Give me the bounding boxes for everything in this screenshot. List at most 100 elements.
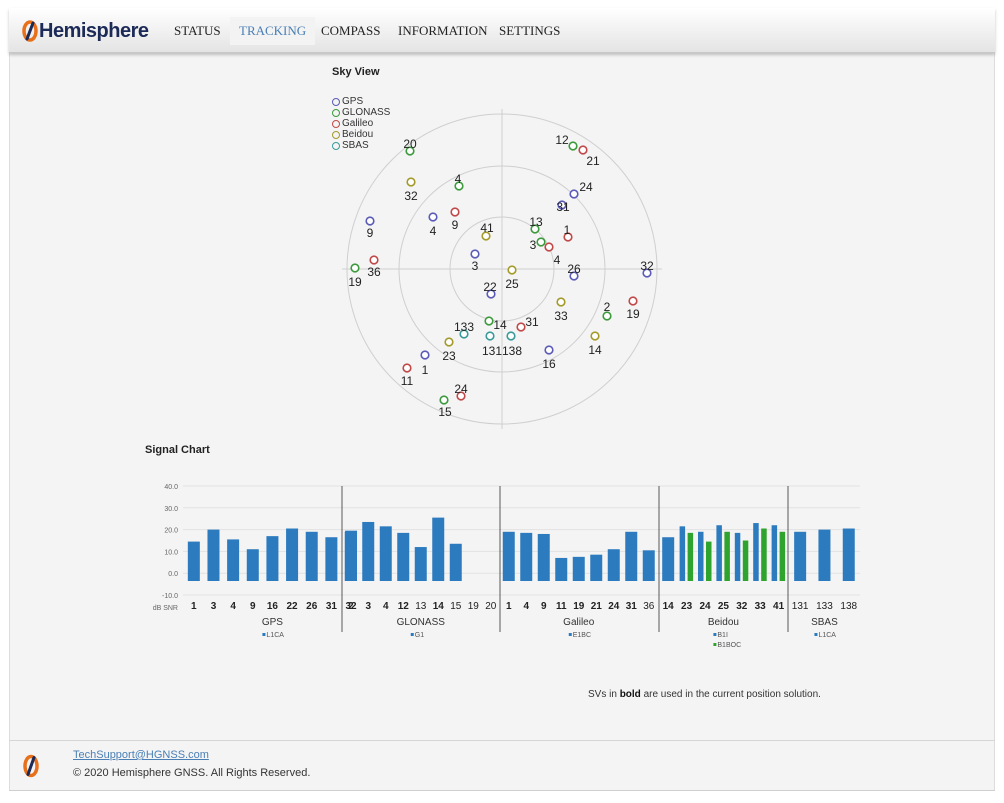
sv-label: 22 bbox=[287, 601, 299, 612]
signal-bar-gps-22[interactable] bbox=[286, 528, 299, 581]
satellite-marker-gps-24[interactable] bbox=[569, 189, 579, 199]
signal-bar-beidou-14[interactable] bbox=[662, 537, 675, 581]
signal-bar-sbas-133[interactable] bbox=[818, 529, 831, 581]
sv-label: 4 bbox=[230, 601, 236, 612]
legend-label: G1 bbox=[415, 632, 424, 639]
satellite-marker-gps-16[interactable] bbox=[544, 345, 554, 355]
signal-bar-b1boc-41[interactable] bbox=[779, 531, 786, 581]
signal-bar-glonass-12[interactable] bbox=[397, 532, 410, 581]
legend-swatch bbox=[410, 633, 414, 636]
signal-bar-beidou-25[interactable] bbox=[716, 525, 722, 581]
sv-label: 36 bbox=[643, 601, 655, 612]
signal-bar-sbas-138[interactable] bbox=[842, 528, 855, 581]
satellite-marker-gps-1[interactable] bbox=[420, 350, 430, 360]
sv-label: 1 bbox=[191, 601, 197, 612]
footer-divider bbox=[9, 740, 995, 741]
signal-bar-galileo-19[interactable] bbox=[572, 556, 585, 581]
signal-bar-galileo-9[interactable] bbox=[537, 533, 550, 581]
satellite-marker-galileo-36[interactable] bbox=[369, 255, 379, 265]
satellite-marker-galileo-9[interactable] bbox=[450, 207, 460, 217]
legend-swatch bbox=[568, 633, 572, 636]
satellite-marker-glonass-15[interactable] bbox=[439, 395, 449, 405]
signal-bar-gps-3[interactable] bbox=[207, 529, 220, 581]
signal-bar-galileo-31[interactable] bbox=[625, 531, 638, 581]
y-tick-label: -10.0 bbox=[162, 593, 178, 600]
signal-bar-sbas-131[interactable] bbox=[794, 531, 807, 581]
legend-swatch bbox=[713, 643, 717, 646]
satellite-label: 4 bbox=[430, 224, 437, 238]
signal-bar-galileo-11[interactable] bbox=[555, 557, 568, 581]
signal-bar-gps-26[interactable] bbox=[305, 531, 318, 581]
signal-bar-galileo-36[interactable] bbox=[642, 550, 655, 581]
satellite-marker-galileo-4[interactable] bbox=[544, 242, 554, 252]
signal-bar-gps-4[interactable] bbox=[227, 539, 240, 581]
copyright-text: © 2020 Hemisphere GNSS. All Rights Reser… bbox=[73, 767, 311, 779]
signal-bar-beidou-33[interactable] bbox=[753, 523, 759, 581]
signal-bar-galileo-4[interactable] bbox=[520, 532, 533, 581]
group-label: GPS bbox=[262, 617, 283, 628]
signal-bar-b1boc-25[interactable] bbox=[724, 531, 730, 581]
satellite-marker-glonass-3[interactable] bbox=[536, 237, 546, 247]
satellite-label: 12 bbox=[555, 133, 569, 147]
legend-swatch bbox=[713, 633, 717, 636]
signal-bar-glonass-3[interactable] bbox=[362, 521, 375, 581]
signal-bar-beidou-24[interactable] bbox=[698, 531, 704, 581]
satellite-marker-galileo-19[interactable] bbox=[628, 296, 638, 306]
satellite-marker-galileo-31[interactable] bbox=[516, 322, 526, 332]
sv-label: 3 bbox=[365, 601, 371, 612]
satellite-marker-beidou-14[interactable] bbox=[590, 331, 600, 341]
satellite-marker-beidou-23[interactable] bbox=[444, 337, 454, 347]
sv-label: 4 bbox=[383, 601, 389, 612]
signal-bar-gps-9[interactable] bbox=[246, 549, 259, 581]
satellite-label: 14 bbox=[493, 318, 507, 332]
signal-bar-gps-1[interactable] bbox=[187, 541, 200, 581]
signal-bar-b1boc-24[interactable] bbox=[706, 541, 712, 581]
legend-swatch bbox=[814, 633, 818, 636]
support-email-link[interactable]: TechSupport@HGNSS.com bbox=[73, 749, 209, 761]
signal-bar-glonass-15[interactable] bbox=[449, 543, 462, 581]
satellite-marker-glonass-19[interactable] bbox=[350, 263, 360, 273]
group-label: Beidou bbox=[708, 617, 739, 628]
satellite-marker-beidou-32[interactable] bbox=[406, 177, 416, 187]
satellite-marker-glonass-14[interactable] bbox=[484, 316, 494, 326]
signal-bar-galileo-1[interactable] bbox=[502, 531, 515, 581]
satellite-marker-galileo-21[interactable] bbox=[578, 145, 588, 155]
signal-bar-b1boc-33[interactable] bbox=[761, 528, 767, 581]
signal-bar-beidou-23[interactable] bbox=[679, 526, 686, 581]
signal-bar-b1boc-23[interactable] bbox=[687, 532, 694, 581]
signal-bar-glonass-14[interactable] bbox=[432, 517, 445, 581]
satellite-marker-glonass-12[interactable] bbox=[568, 141, 578, 151]
satellite-label: 4 bbox=[554, 253, 561, 267]
satellite-marker-sbas-131[interactable] bbox=[485, 331, 495, 341]
sv-label: 3 bbox=[211, 601, 217, 612]
satellite-marker-gps-3[interactable] bbox=[470, 249, 480, 259]
signal-bar-glonass-4[interactable] bbox=[379, 526, 392, 581]
sv-label: 41 bbox=[773, 601, 785, 612]
satellite-label: 24 bbox=[454, 382, 468, 396]
satellite-marker-beidou-33[interactable] bbox=[556, 297, 566, 307]
signal-bar-glonass-2[interactable] bbox=[344, 531, 357, 581]
signal-bar-b1boc-32[interactable] bbox=[742, 540, 749, 582]
signal-bar-beidou-41[interactable] bbox=[771, 525, 778, 581]
footer-bottom-border bbox=[9, 790, 995, 791]
y-tick-label: 30.0 bbox=[164, 506, 178, 513]
sv-label: 16 bbox=[267, 601, 279, 612]
sv-label: 31 bbox=[626, 601, 638, 612]
satellite-label: 1 bbox=[564, 223, 571, 237]
position-solution-note: SVs in bold are used in the current posi… bbox=[588, 689, 821, 700]
signal-bar-galileo-21[interactable] bbox=[590, 554, 603, 581]
satellite-label: 41 bbox=[480, 221, 494, 235]
satellite-marker-beidou-25[interactable] bbox=[507, 265, 517, 275]
satellite-label: 22 bbox=[483, 280, 497, 294]
signal-bar-galileo-24[interactable] bbox=[607, 549, 620, 581]
satellite-marker-sbas-138[interactable] bbox=[506, 331, 516, 341]
satellite-marker-gps-9[interactable] bbox=[365, 216, 375, 226]
signal-bar-beidou-32[interactable] bbox=[734, 532, 741, 581]
sv-label: 19 bbox=[573, 601, 585, 612]
satellite-label: 3 bbox=[472, 259, 479, 273]
satellite-marker-galileo-11[interactable] bbox=[402, 363, 412, 373]
signal-bar-gps-31[interactable] bbox=[325, 537, 338, 581]
signal-bar-gps-16[interactable] bbox=[266, 536, 279, 581]
signal-bar-glonass-13[interactable] bbox=[414, 547, 427, 581]
satellite-marker-gps-4[interactable] bbox=[428, 212, 438, 222]
